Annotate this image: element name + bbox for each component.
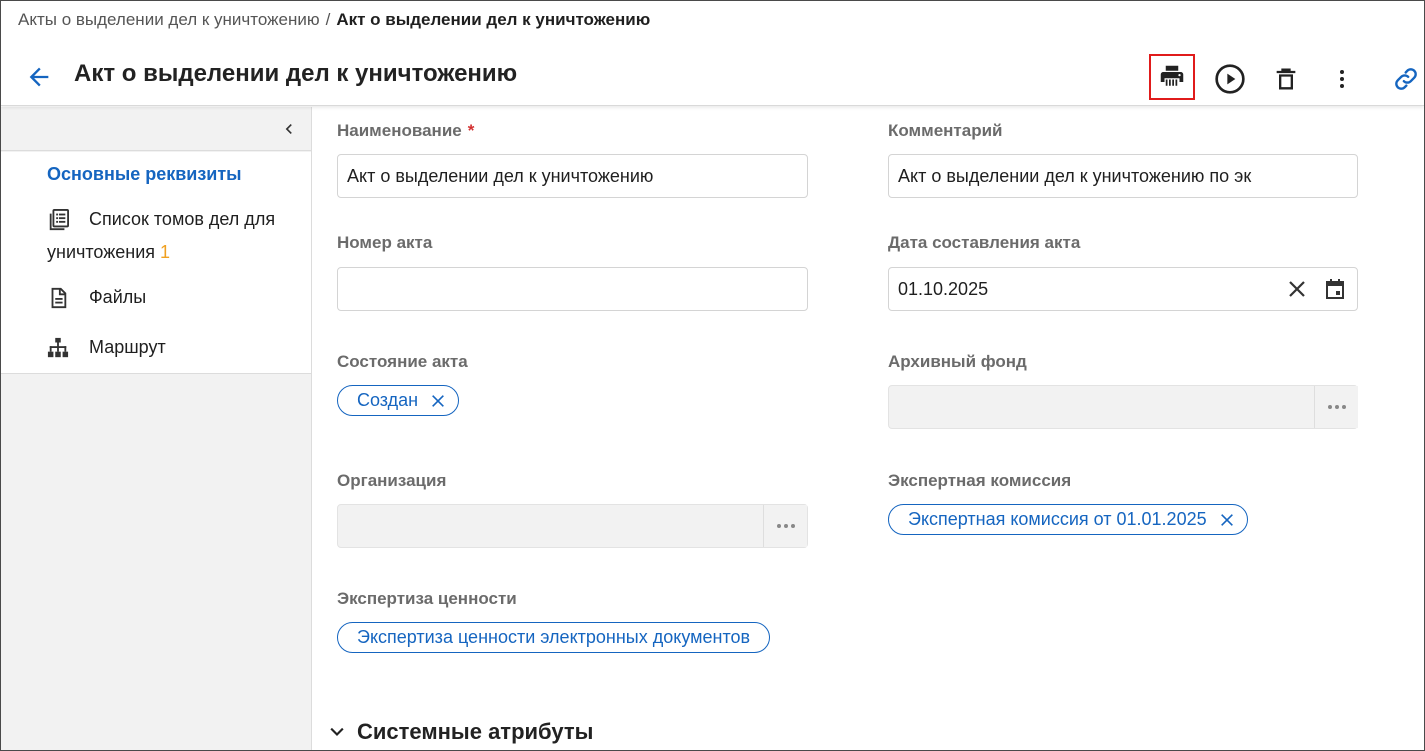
remove-chip-icon[interactable] — [430, 393, 446, 409]
system-attributes-toggle[interactable]: Системные атрибуты — [327, 719, 593, 745]
sidebar: Основные реквизиты Список томов дел для … — [1, 107, 312, 750]
act-date-input[interactable]: 01.10.2025 — [888, 267, 1358, 311]
arrow-left-icon — [29, 67, 49, 87]
breadcrumb-current: Акт о выделении дел к уничтожению — [336, 10, 651, 29]
page-header: Акты о выделении дел к уничтожению / Акт о… — [1, 1, 1424, 106]
archive-fund-input[interactable] — [888, 385, 1358, 429]
form-content: Наименование * Акт о выделении дел к унич… — [313, 107, 1424, 750]
sidebar-item-route[interactable]: Маршрут — [89, 331, 166, 364]
more-horizontal-icon — [1327, 405, 1346, 409]
expert-commission-chip[interactable]: Экспертная комиссия от 01.01.2025 — [888, 504, 1248, 535]
archive-fund-picker-button[interactable] — [1314, 386, 1358, 428]
act-state-chip[interactable]: Создан — [337, 385, 460, 416]
more-button[interactable] — [1319, 56, 1365, 102]
sidebar-nav: Основные реквизиты Список томов дел для … — [1, 152, 311, 374]
clear-date-icon[interactable] — [1285, 277, 1309, 301]
more-horizontal-icon — [776, 524, 795, 528]
play-circle-icon — [1215, 64, 1245, 94]
name-label: Наименование * — [337, 121, 474, 141]
page-title: Акт о выделении дел к уничтожению — [74, 60, 518, 87]
trash-icon — [1276, 68, 1296, 90]
print-button[interactable] — [1149, 54, 1195, 100]
run-button[interactable] — [1207, 56, 1253, 102]
breadcrumb: Акты о выделении дел к уничтожению / Акт о… — [18, 10, 650, 30]
act-number-label: Номер акта — [337, 233, 433, 252]
sidebar-item-main-details[interactable]: Основные реквизиты — [47, 158, 242, 191]
back-button[interactable] — [25, 63, 53, 91]
sidebar-item-volumes[interactable]: уничтожения 1 — [47, 236, 170, 269]
act-state-chip-label: Создан — [357, 390, 419, 410]
value-expertise-chip-label: Экспертиза ценности электронных документ… — [357, 627, 751, 647]
breadcrumb-separator: / — [325, 10, 331, 29]
chevron-left-icon — [285, 124, 292, 134]
collapse-sidebar-button[interactable] — [279, 119, 299, 139]
sidebar-item-volumes-label-2: уничтожения — [47, 242, 156, 262]
link-icon — [1395, 68, 1417, 90]
calendar-icon[interactable] — [1323, 277, 1347, 301]
sidebar-item-files[interactable]: Файлы — [89, 281, 146, 314]
breadcrumb-parent-link[interactable]: Акты о выделении дел к уничтожению — [18, 10, 320, 29]
act-date-value: 01.10.2025 — [898, 279, 989, 299]
organization-label: Организация — [337, 471, 447, 490]
more-vertical-icon — [1340, 70, 1344, 88]
document-icon — [51, 287, 67, 309]
comment-input[interactable]: Акт о выделении дел к уничтожению по эк — [888, 154, 1358, 198]
comment-label: Комментарий — [888, 121, 1003, 140]
remove-chip-icon[interactable] — [1219, 512, 1235, 528]
name-label-text: Наименование — [337, 121, 462, 140]
hierarchy-icon — [47, 337, 69, 358]
chevron-down-icon — [330, 727, 344, 737]
value-expertise-chip[interactable]: Экспертиза ценности электронных документ… — [337, 622, 771, 653]
volumes-counter-badge: 1 — [160, 242, 171, 262]
app-window: Акты о выделении дел к уничтожению / Акт о… — [0, 0, 1425, 751]
list-icon — [49, 209, 69, 231]
system-attributes-title: Системные атрибуты — [357, 719, 594, 744]
sidebar-item-volumes-label[interactable]: Список томов дел для — [89, 203, 275, 236]
required-mark: * — [467, 121, 475, 140]
name-input[interactable]: Акт о выделении дел к уничтожению — [337, 154, 808, 198]
archive-fund-label: Архивный фонд — [888, 352, 1027, 371]
copy-link-button[interactable] — [1383, 56, 1424, 102]
expert-commission-label: Экспертная комиссия — [888, 471, 1072, 490]
act-number-input[interactable] — [337, 267, 808, 311]
organization-picker-button[interactable] — [763, 505, 807, 547]
organization-input[interactable] — [337, 504, 808, 548]
value-expertise-label: Экспертиза ценности — [337, 589, 517, 608]
act-date-label: Дата составления акта — [888, 233, 1081, 252]
act-state-label: Состояние акта — [337, 352, 468, 371]
expert-commission-chip-label: Экспертная комиссия от 01.01.2025 — [908, 509, 1207, 529]
sidebar-top-bar — [1, 107, 311, 151]
printer-icon — [1160, 65, 1184, 86]
delete-button[interactable] — [1263, 56, 1309, 102]
